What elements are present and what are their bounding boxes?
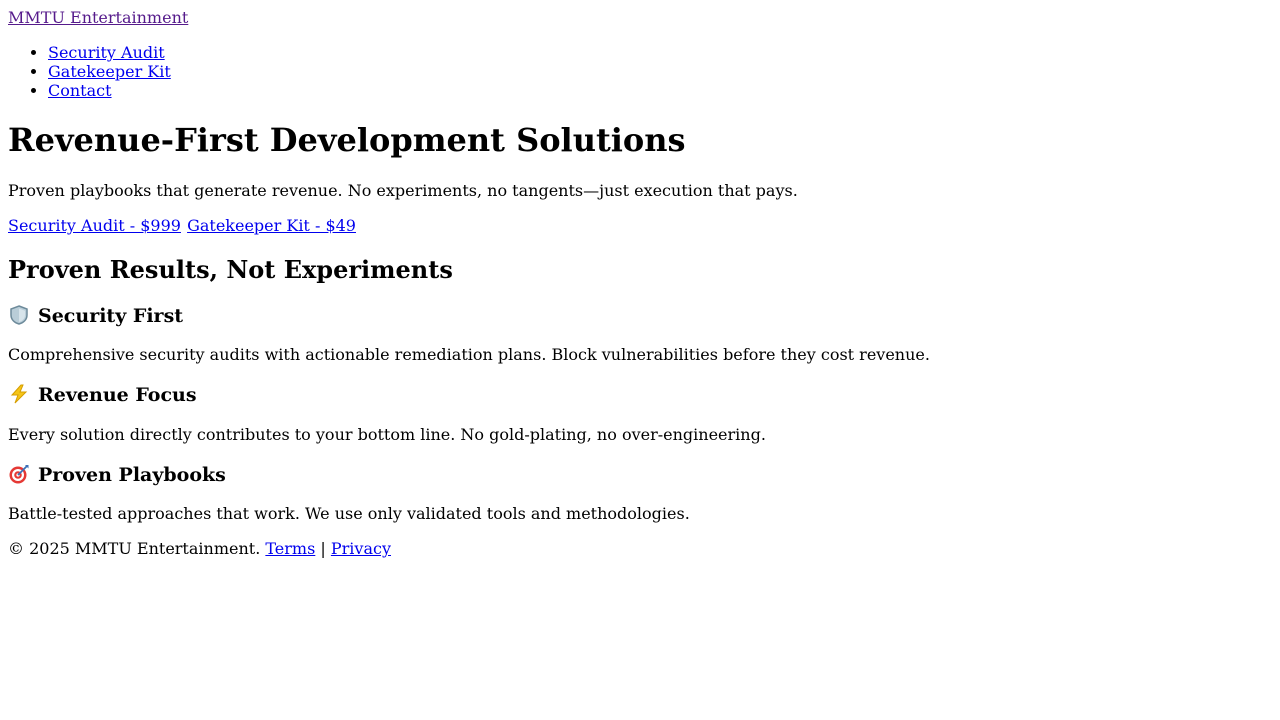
feature-title-text: Proven Playbooks [38,464,226,486]
feature-text-revenue-focus: Every solution directly contributes to y… [8,425,766,444]
terms-link[interactable]: Terms [265,539,315,558]
nav-item-gatekeeper-kit: Gatekeeper Kit [48,62,171,81]
brand-link[interactable]: MMTU Entertainment [8,8,188,27]
nav-link-security-audit[interactable]: Security Audit [48,43,165,62]
privacy-link[interactable]: Privacy [331,539,391,558]
footer: © 2025 MMTU Entertainment. Terms | Priva… [8,539,391,558]
main-nav: Security Audit Gatekeeper Kit Contact [0,43,171,100]
hero-subtitle: Proven playbooks that generate revenue. … [8,181,798,200]
features-heading: Proven Results, Not Experiments [8,255,453,284]
feature-text-proven-playbooks: Battle-tested approaches that work. We u… [8,504,690,523]
cta-links: Security Audit - $999 Gatekeeper Kit - $… [8,216,356,235]
nav-link-contact[interactable]: Contact [48,81,112,100]
footer-separator: | [320,539,326,558]
feature-title-text: Security First [38,305,184,327]
gatekeeper-kit-cta-link[interactable]: Gatekeeper Kit - $49 [187,216,356,235]
feature-title-proven-playbooks: Proven Playbooks [8,463,226,487]
feature-text-security-first: Comprehensive security audits with actio… [8,345,930,364]
nav-item-contact: Contact [48,81,171,100]
lightning-icon [8,384,30,404]
hero-title: Revenue-First Development Solutions [8,121,686,159]
shield-icon [8,305,30,325]
security-audit-cta-link[interactable]: Security Audit - $999 [8,216,181,235]
nav-item-security-audit: Security Audit [48,43,171,62]
feature-title-text: Revenue Focus [38,384,197,406]
feature-title-security-first: Security First [8,304,183,328]
target-icon [8,464,30,484]
copyright-text: © 2025 MMTU Entertainment. [8,539,261,558]
nav-link-gatekeeper-kit[interactable]: Gatekeeper Kit [48,62,171,81]
feature-title-revenue-focus: Revenue Focus [8,383,197,407]
